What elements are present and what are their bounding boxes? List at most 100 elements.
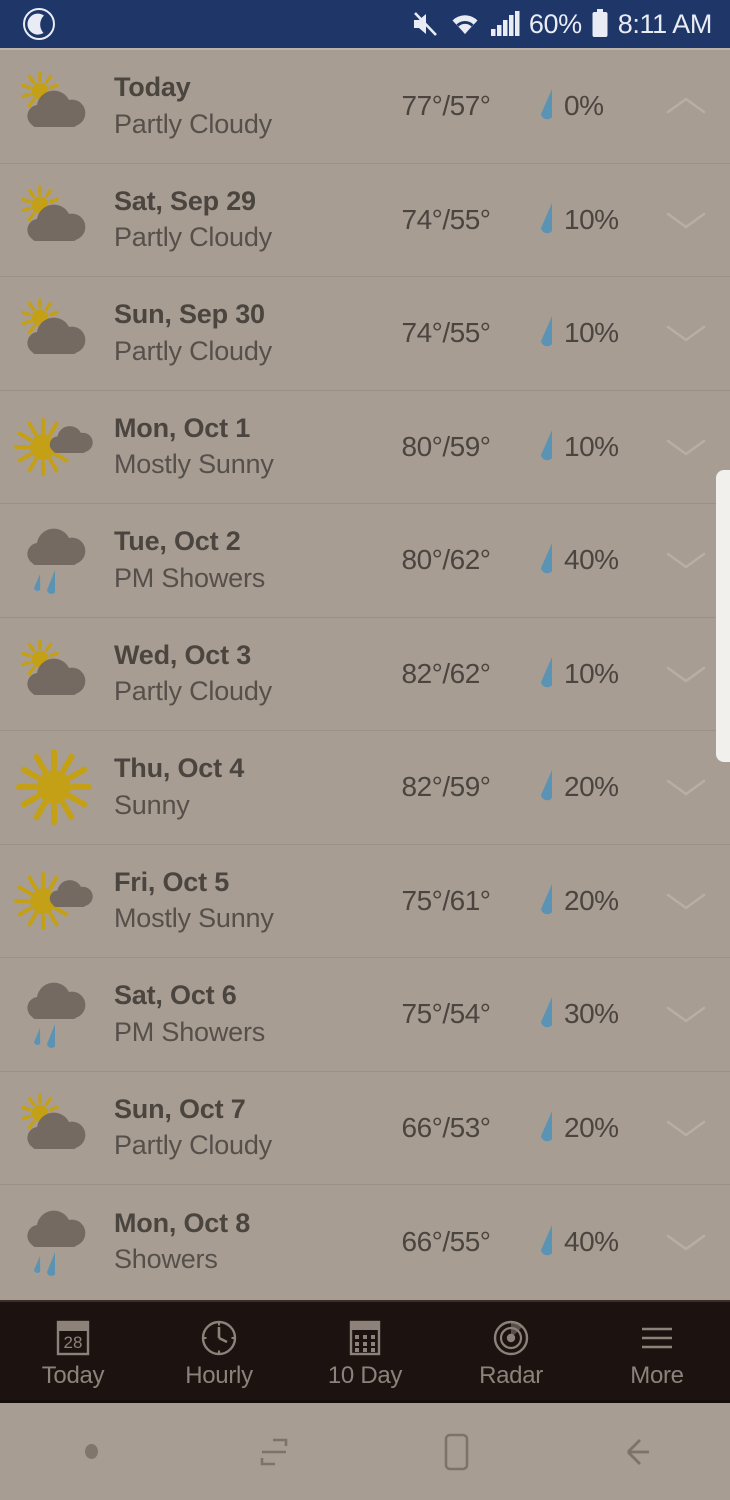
- forecast-precipitation-value: 40%: [564, 544, 619, 576]
- forecast-row[interactable]: Thu, Oct 4 Sunny 82°/59° 20%: [0, 731, 730, 845]
- forecast-precipitation-value: 40%: [564, 1225, 619, 1257]
- forecast-temperature-range: 82°/62°: [401, 657, 491, 689]
- forecast-precipitation-value: 10%: [564, 203, 619, 235]
- clock-label: 8:11 AM: [617, 8, 713, 39]
- forecast-condition-label: Partly Cloudy: [114, 108, 272, 139]
- raindrop-icon: [536, 1222, 558, 1262]
- forecast-row[interactable]: Tue, Oct 2 PM Showers 80°/62° 40%: [0, 504, 730, 618]
- forecast-row-labels: Tue, Oct 2 PM Showers: [96, 524, 366, 596]
- forecast-temperature-range: 82°/59°: [401, 771, 491, 803]
- tab-label-10-day: 10 Day: [327, 1361, 403, 1389]
- forecast-precipitation-value: 20%: [564, 1111, 619, 1143]
- nav-dot-icon[interactable]: [0, 1444, 183, 1459]
- forecast-condition-label: Partly Cloudy: [114, 676, 272, 707]
- forecast-precipitation-value: 10%: [564, 430, 619, 462]
- forecast-condition-label: Partly Cloudy: [114, 335, 272, 366]
- home-icon[interactable]: [365, 1429, 548, 1475]
- forecast-row-labels: Sun, Sep 30 Partly Cloudy: [96, 297, 366, 369]
- forecast-row-labels: Today Partly Cloudy: [96, 70, 366, 142]
- forecast-precipitation: 30%: [526, 994, 661, 1034]
- forecast-day-label: Mon, Oct 8: [114, 1207, 251, 1238]
- chevron-down-icon[interactable]: [661, 547, 730, 573]
- chevron-down-icon[interactable]: [661, 1001, 730, 1027]
- forecast-row[interactable]: Today Partly Cloudy 77°/57° 0%: [0, 50, 730, 164]
- forecast-precipitation-value: 20%: [564, 884, 619, 916]
- forecast-day-label: Sat, Oct 6: [114, 980, 237, 1011]
- ten-day-forecast-list[interactable]: Today Partly Cloudy 77°/57° 0% Sat, Sep …: [0, 48, 730, 1300]
- forecast-row-labels: Sat, Sep 29 Partly Cloudy: [96, 184, 366, 256]
- chevron-down-icon[interactable]: [661, 1229, 730, 1255]
- forecast-row-labels: Wed, Oct 3 Partly Cloudy: [96, 638, 366, 710]
- forecast-condition-label: Partly Cloudy: [114, 1130, 272, 1161]
- forecast-row[interactable]: Mon, Oct 1 Mostly Sunny 80°/59° 10%: [0, 391, 730, 504]
- forecast-precipitation-value: 20%: [564, 771, 619, 803]
- forecast-row-labels: Mon, Oct 8 Showers: [96, 1206, 366, 1278]
- raindrop-icon: [536, 540, 558, 580]
- partly-cloudy-icon: [12, 1086, 96, 1170]
- chevron-down-icon[interactable]: [661, 888, 730, 914]
- forecast-condition-label: Mostly Sunny: [114, 903, 274, 934]
- raindrop-icon: [536, 881, 558, 921]
- forecast-condition-label: Mostly Sunny: [114, 449, 274, 480]
- forecast-day-label: Thu, Oct 4: [114, 753, 245, 784]
- forecast-precipitation-value: 30%: [564, 998, 619, 1030]
- forecast-precipitation: 0%: [526, 86, 661, 126]
- forecast-day-label: Sun, Sep 30: [114, 299, 265, 330]
- raindrop-icon: [536, 654, 558, 694]
- forecast-precipitation: 10%: [526, 654, 661, 694]
- chevron-up-icon[interactable]: [661, 93, 730, 119]
- forecast-row[interactable]: Mon, Oct 8 Showers 66°/55° 40%: [0, 1185, 730, 1299]
- hamburger-menu-icon: [635, 1315, 679, 1361]
- chevron-down-icon[interactable]: [661, 207, 730, 233]
- forecast-day-label: Today: [114, 72, 191, 103]
- tab-label-today: Today: [41, 1361, 105, 1389]
- chevron-down-icon[interactable]: [661, 1115, 730, 1141]
- status-bar-right: 60% 8:11 AM: [410, 9, 712, 39]
- forecast-row-labels: Fri, Oct 5 Mostly Sunny: [96, 865, 366, 937]
- chevron-down-icon[interactable]: [661, 661, 730, 687]
- forecast-condition-label: PM Showers: [114, 1016, 266, 1047]
- tab-radar[interactable]: Radar: [438, 1302, 584, 1400]
- forecast-precipitation: 40%: [526, 540, 661, 580]
- forecast-precipitation: 10%: [526, 313, 661, 353]
- tab-more[interactable]: More: [584, 1302, 730, 1400]
- forecast-temperature-range: 77°/57°: [401, 90, 491, 122]
- status-bar: 60% 8:11 AM: [0, 0, 730, 48]
- moon-icon: [22, 7, 56, 41]
- chevron-down-icon[interactable]: [661, 774, 730, 800]
- forecast-row[interactable]: Sat, Sep 29 Partly Cloudy 74°/55° 10%: [0, 164, 730, 277]
- back-icon[interactable]: [548, 1430, 730, 1474]
- forecast-row-labels: Mon, Oct 1 Mostly Sunny: [96, 411, 366, 483]
- chevron-down-icon[interactable]: [661, 434, 730, 460]
- raindrop-icon: [536, 86, 558, 126]
- forecast-row[interactable]: Fri, Oct 5 Mostly Sunny 75°/61° 20%: [0, 845, 730, 958]
- forecast-condition-label: Partly Cloudy: [114, 222, 272, 253]
- chevron-down-icon[interactable]: [661, 320, 730, 346]
- forecast-temperature-range: 66°/55°: [401, 1225, 491, 1257]
- raindrop-icon: [536, 994, 558, 1034]
- tab-10-day[interactable]: 10 Day: [292, 1302, 438, 1400]
- forecast-condition-label: PM Showers: [114, 562, 266, 593]
- showers-icon: [12, 972, 96, 1056]
- tab-today[interactable]: 28 Today: [0, 1302, 146, 1400]
- tab-hourly[interactable]: Hourly: [146, 1302, 292, 1400]
- tab-label-more: More: [630, 1361, 684, 1389]
- forecast-temperature-range: 75°/61°: [401, 884, 491, 916]
- forecast-row-labels: Thu, Oct 4 Sunny: [96, 751, 366, 823]
- forecast-row-labels: Sun, Oct 7 Partly Cloudy: [96, 1092, 366, 1164]
- forecast-temperature-range: 66°/53°: [401, 1111, 491, 1143]
- forecast-day-label: Tue, Oct 2: [114, 526, 241, 557]
- calendar-grid-icon: [343, 1315, 387, 1361]
- forecast-row[interactable]: Sun, Oct 7 Partly Cloudy 66°/53° 20%: [0, 1072, 730, 1185]
- forecast-row[interactable]: Wed, Oct 3 Partly Cloudy 82°/62° 10%: [0, 618, 730, 731]
- forecast-row[interactable]: Sun, Sep 30 Partly Cloudy 74°/55° 10%: [0, 277, 730, 391]
- forecast-day-label: Sun, Oct 7: [114, 1093, 246, 1124]
- raindrop-icon: [536, 767, 558, 807]
- tab-label-radar: Radar: [479, 1361, 543, 1389]
- weather-app-screen: 60% 8:11 AM Today Partly Cloudy 77°/57°: [0, 0, 730, 1500]
- forecast-row[interactable]: Sat, Oct 6 PM Showers 75°/54° 30%: [0, 958, 730, 1072]
- clock-icon: [197, 1315, 241, 1361]
- recents-icon[interactable]: [183, 1432, 366, 1472]
- partly-cloudy-icon: [12, 64, 96, 148]
- forecast-precipitation: 20%: [526, 881, 661, 921]
